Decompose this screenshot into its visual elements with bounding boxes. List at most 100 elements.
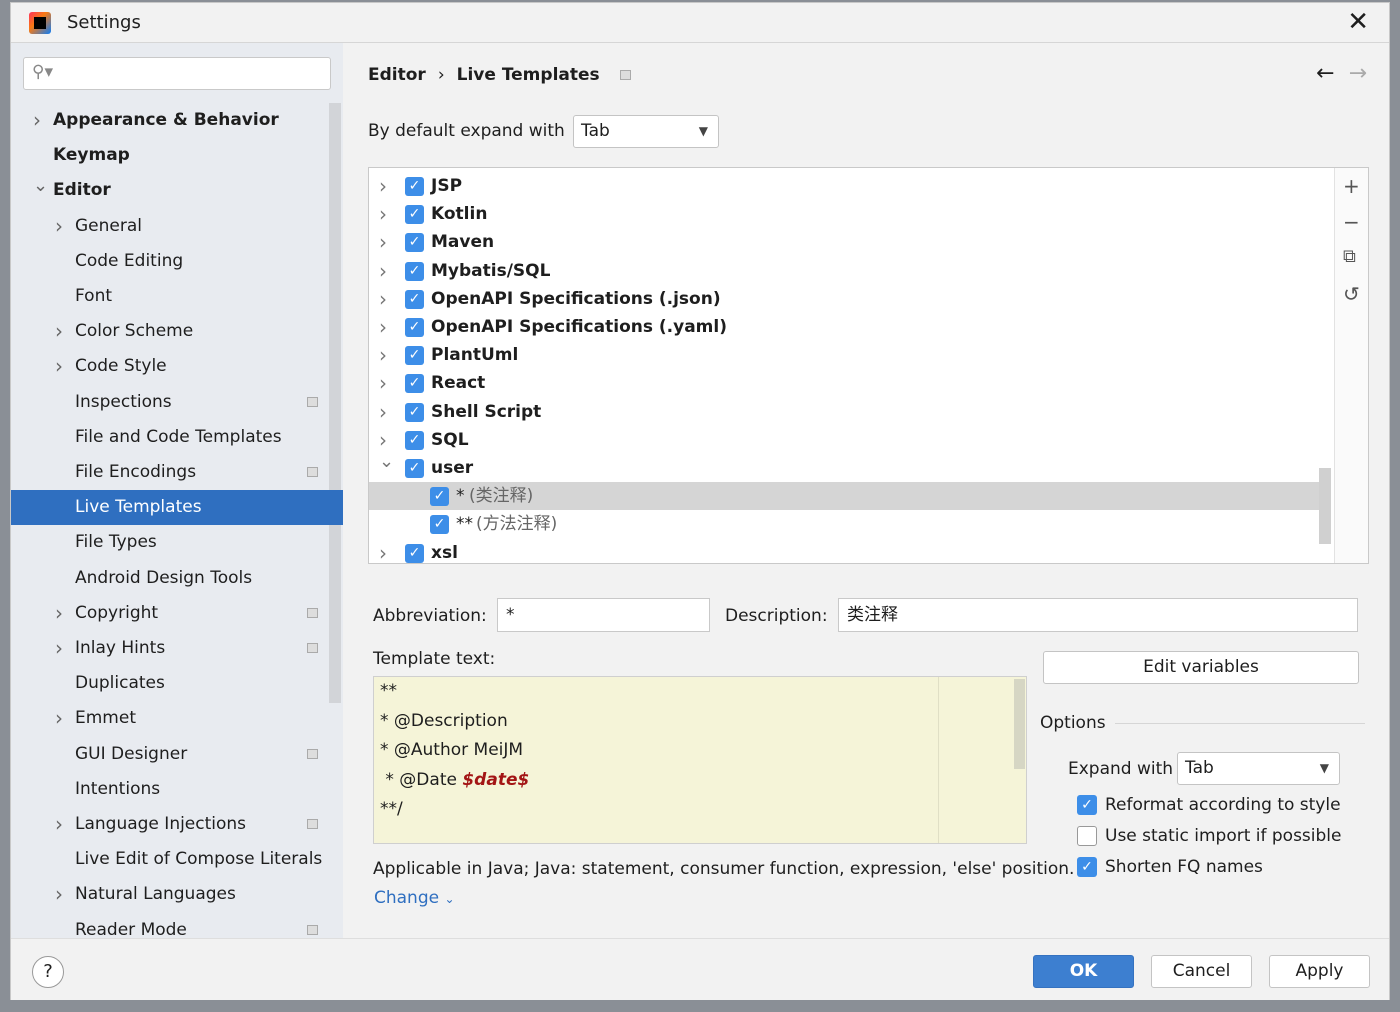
chevron-right-icon[interactable]: ›	[379, 313, 387, 341]
project-scope-icon	[307, 607, 318, 618]
template-text-editor[interactable]: ** * @Description * @Author MeiJM * @Dat…	[373, 676, 1027, 844]
template-group[interactable]: › ✓ JSP	[369, 172, 1319, 200]
sidebar-item-code-style[interactable]: › Code Style	[11, 349, 343, 384]
remove-icon[interactable]: −	[1343, 210, 1360, 234]
chevron-right-icon[interactable]: ›	[379, 341, 387, 369]
sidebar-item-language-injections[interactable]: › Language Injections	[11, 807, 343, 842]
sidebar-item-file-and-code-templates[interactable]: File and Code Templates	[11, 420, 343, 455]
ok-button[interactable]: OK	[1033, 955, 1134, 988]
sidebar-item-color-scheme[interactable]: › Color Scheme	[11, 314, 343, 349]
copy-icon[interactable]: ⧉	[1343, 246, 1356, 267]
chevron-right-icon[interactable]: ›	[379, 398, 387, 426]
checkbox-checked-icon[interactable]: ✓	[405, 205, 424, 225]
back-arrow-icon[interactable]: ←	[1316, 61, 1334, 86]
checkbox-checked-icon[interactable]: ✓	[430, 515, 449, 535]
chevron-right-icon[interactable]: ›	[379, 539, 387, 563]
chevron-right-icon[interactable]: ›	[55, 349, 63, 384]
template-scrollbar[interactable]	[1014, 679, 1025, 769]
chevron-right-icon[interactable]: ›	[55, 877, 63, 912]
template-group[interactable]: › ✓ Mybatis/SQL	[369, 257, 1319, 285]
template-line: **/	[380, 799, 403, 819]
chevron-right-icon[interactable]: ›	[379, 228, 387, 256]
sidebar-item-android-design-tools[interactable]: Android Design Tools	[11, 561, 343, 596]
search-input[interactable]: ⚲▾	[23, 57, 331, 90]
checkbox-checked-icon[interactable]: ✓	[405, 318, 424, 337]
forward-arrow-icon[interactable]: →	[1349, 61, 1367, 86]
template-group[interactable]: › ✓ xsl	[369, 539, 1319, 563]
description-input[interactable]: 类注释	[838, 598, 1358, 632]
chevron-right-icon[interactable]: ›	[55, 701, 63, 736]
tree-scrollbar[interactable]	[1319, 468, 1331, 544]
cancel-button[interactable]: Cancel	[1151, 955, 1252, 988]
template-item[interactable]: ✓ ** (方法注释)	[369, 510, 1319, 538]
default-expand-select[interactable]: Tab ▼	[573, 115, 719, 148]
checkbox-checked-icon[interactable]: ✓	[430, 487, 449, 507]
sidebar-item-label: Emmet	[75, 708, 136, 729]
chevron-right-icon[interactable]: ›	[379, 200, 387, 228]
sidebar-item-inlay-hints[interactable]: › Inlay Hints	[11, 631, 343, 666]
checkbox-checked-icon[interactable]: ✓	[405, 459, 424, 478]
sidebar-item-editor[interactable]: ⌄ Editor	[11, 173, 343, 208]
sidebar-item-emmet[interactable]: › Emmet	[11, 701, 343, 736]
checkbox-checked-icon[interactable]: ✓	[405, 233, 424, 253]
checkbox-checked-icon[interactable]: ✓	[405, 402, 424, 422]
sidebar-item-font[interactable]: Font	[11, 279, 343, 314]
chevron-right-icon[interactable]: ›	[55, 209, 63, 244]
template-group[interactable]: › ✓ OpenAPI Specifications (.json)	[369, 285, 1319, 313]
chevron-right-icon[interactable]: ›	[379, 257, 387, 285]
sidebar-item-copyright[interactable]: › Copyright	[11, 596, 343, 631]
chevron-right-icon[interactable]: ›	[379, 369, 387, 397]
help-button[interactable]: ?	[32, 956, 64, 988]
template-group[interactable]: › ✓ Maven	[369, 228, 1319, 256]
template-group[interactable]: › ✓ PlantUml	[369, 341, 1319, 369]
sidebar-item-keymap[interactable]: Keymap	[11, 138, 343, 173]
tree-toolbar: + − ⧉ ↺	[1334, 168, 1368, 563]
sidebar-item-file-types[interactable]: File Types	[11, 525, 343, 560]
chevron-down-icon[interactable]: ⌄	[379, 448, 394, 476]
chevron-down-icon[interactable]: ⌄	[33, 168, 48, 203]
intellij-logo-icon	[29, 12, 51, 34]
restore-icon[interactable]: ↺	[1343, 282, 1360, 306]
sidebar-item-intentions[interactable]: Intentions	[11, 772, 343, 807]
template-group[interactable]: ⌄ ✓ user	[369, 451, 1319, 482]
checkbox-checked-icon[interactable]: ✓	[405, 543, 424, 563]
template-name: React	[431, 373, 486, 394]
add-icon[interactable]: +	[1343, 174, 1360, 198]
template-group[interactable]: › ✓ Kotlin	[369, 200, 1319, 228]
sidebar-item-live-edit-of-compose-literals[interactable]: Live Edit of Compose Literals	[11, 842, 343, 877]
chevron-right-icon[interactable]: ›	[55, 314, 63, 349]
sidebar-item-general[interactable]: › General	[11, 209, 343, 244]
checkbox-checked-icon[interactable]: ✓	[405, 430, 424, 450]
abbreviation-input[interactable]: *	[497, 598, 710, 632]
change-context-link[interactable]: Change ⌄	[374, 888, 455, 908]
chevron-right-icon[interactable]: ›	[55, 596, 63, 631]
chevron-right-icon[interactable]: ›	[55, 807, 63, 842]
sidebar-item-code-editing[interactable]: Code Editing	[11, 244, 343, 279]
sidebar-item-gui-designer[interactable]: GUI Designer	[11, 737, 343, 772]
sidebar-item-natural-languages[interactable]: › Natural Languages	[11, 877, 343, 912]
edit-variables-button[interactable]: Edit variables	[1043, 651, 1359, 684]
checkbox-checked-icon[interactable]: ✓	[405, 346, 424, 366]
template-group[interactable]: › ✓ Shell Script	[369, 398, 1319, 426]
expand-with-select[interactable]: Tab ▼	[1177, 752, 1340, 785]
sidebar-item-file-encodings[interactable]: File Encodings	[11, 455, 343, 490]
template-group[interactable]: › ✓ OpenAPI Specifications (.yaml)	[369, 313, 1319, 341]
apply-button[interactable]: Apply	[1269, 955, 1370, 988]
sidebar-item-live-templates[interactable]: Live Templates	[11, 490, 343, 526]
checkbox-checked-icon[interactable]: ✓	[405, 374, 424, 394]
template-item[interactable]: ✓ * (类注释)	[369, 482, 1319, 511]
sidebar-item-inspections[interactable]: Inspections	[11, 385, 343, 420]
chevron-right-icon[interactable]: ›	[33, 103, 41, 138]
checkbox-checked-icon[interactable]: ✓	[405, 177, 424, 196]
close-icon[interactable]: ✕	[1347, 7, 1369, 37]
template-group[interactable]: › ✓ React	[369, 369, 1319, 397]
sidebar-item-duplicates[interactable]: Duplicates	[11, 666, 343, 701]
chevron-right-icon[interactable]: ›	[379, 172, 387, 200]
chevron-right-icon[interactable]: ›	[379, 285, 387, 313]
chevron-right-icon[interactable]: ›	[55, 631, 63, 666]
breadcrumb-editor[interactable]: Editor	[368, 65, 426, 85]
checkbox-checked-icon[interactable]: ✓	[405, 289, 424, 309]
template-group[interactable]: › ✓ SQL	[369, 426, 1319, 454]
sidebar-item-appearance-behavior[interactable]: › Appearance & Behavior	[11, 103, 343, 138]
checkbox-checked-icon[interactable]: ✓	[405, 261, 424, 281]
